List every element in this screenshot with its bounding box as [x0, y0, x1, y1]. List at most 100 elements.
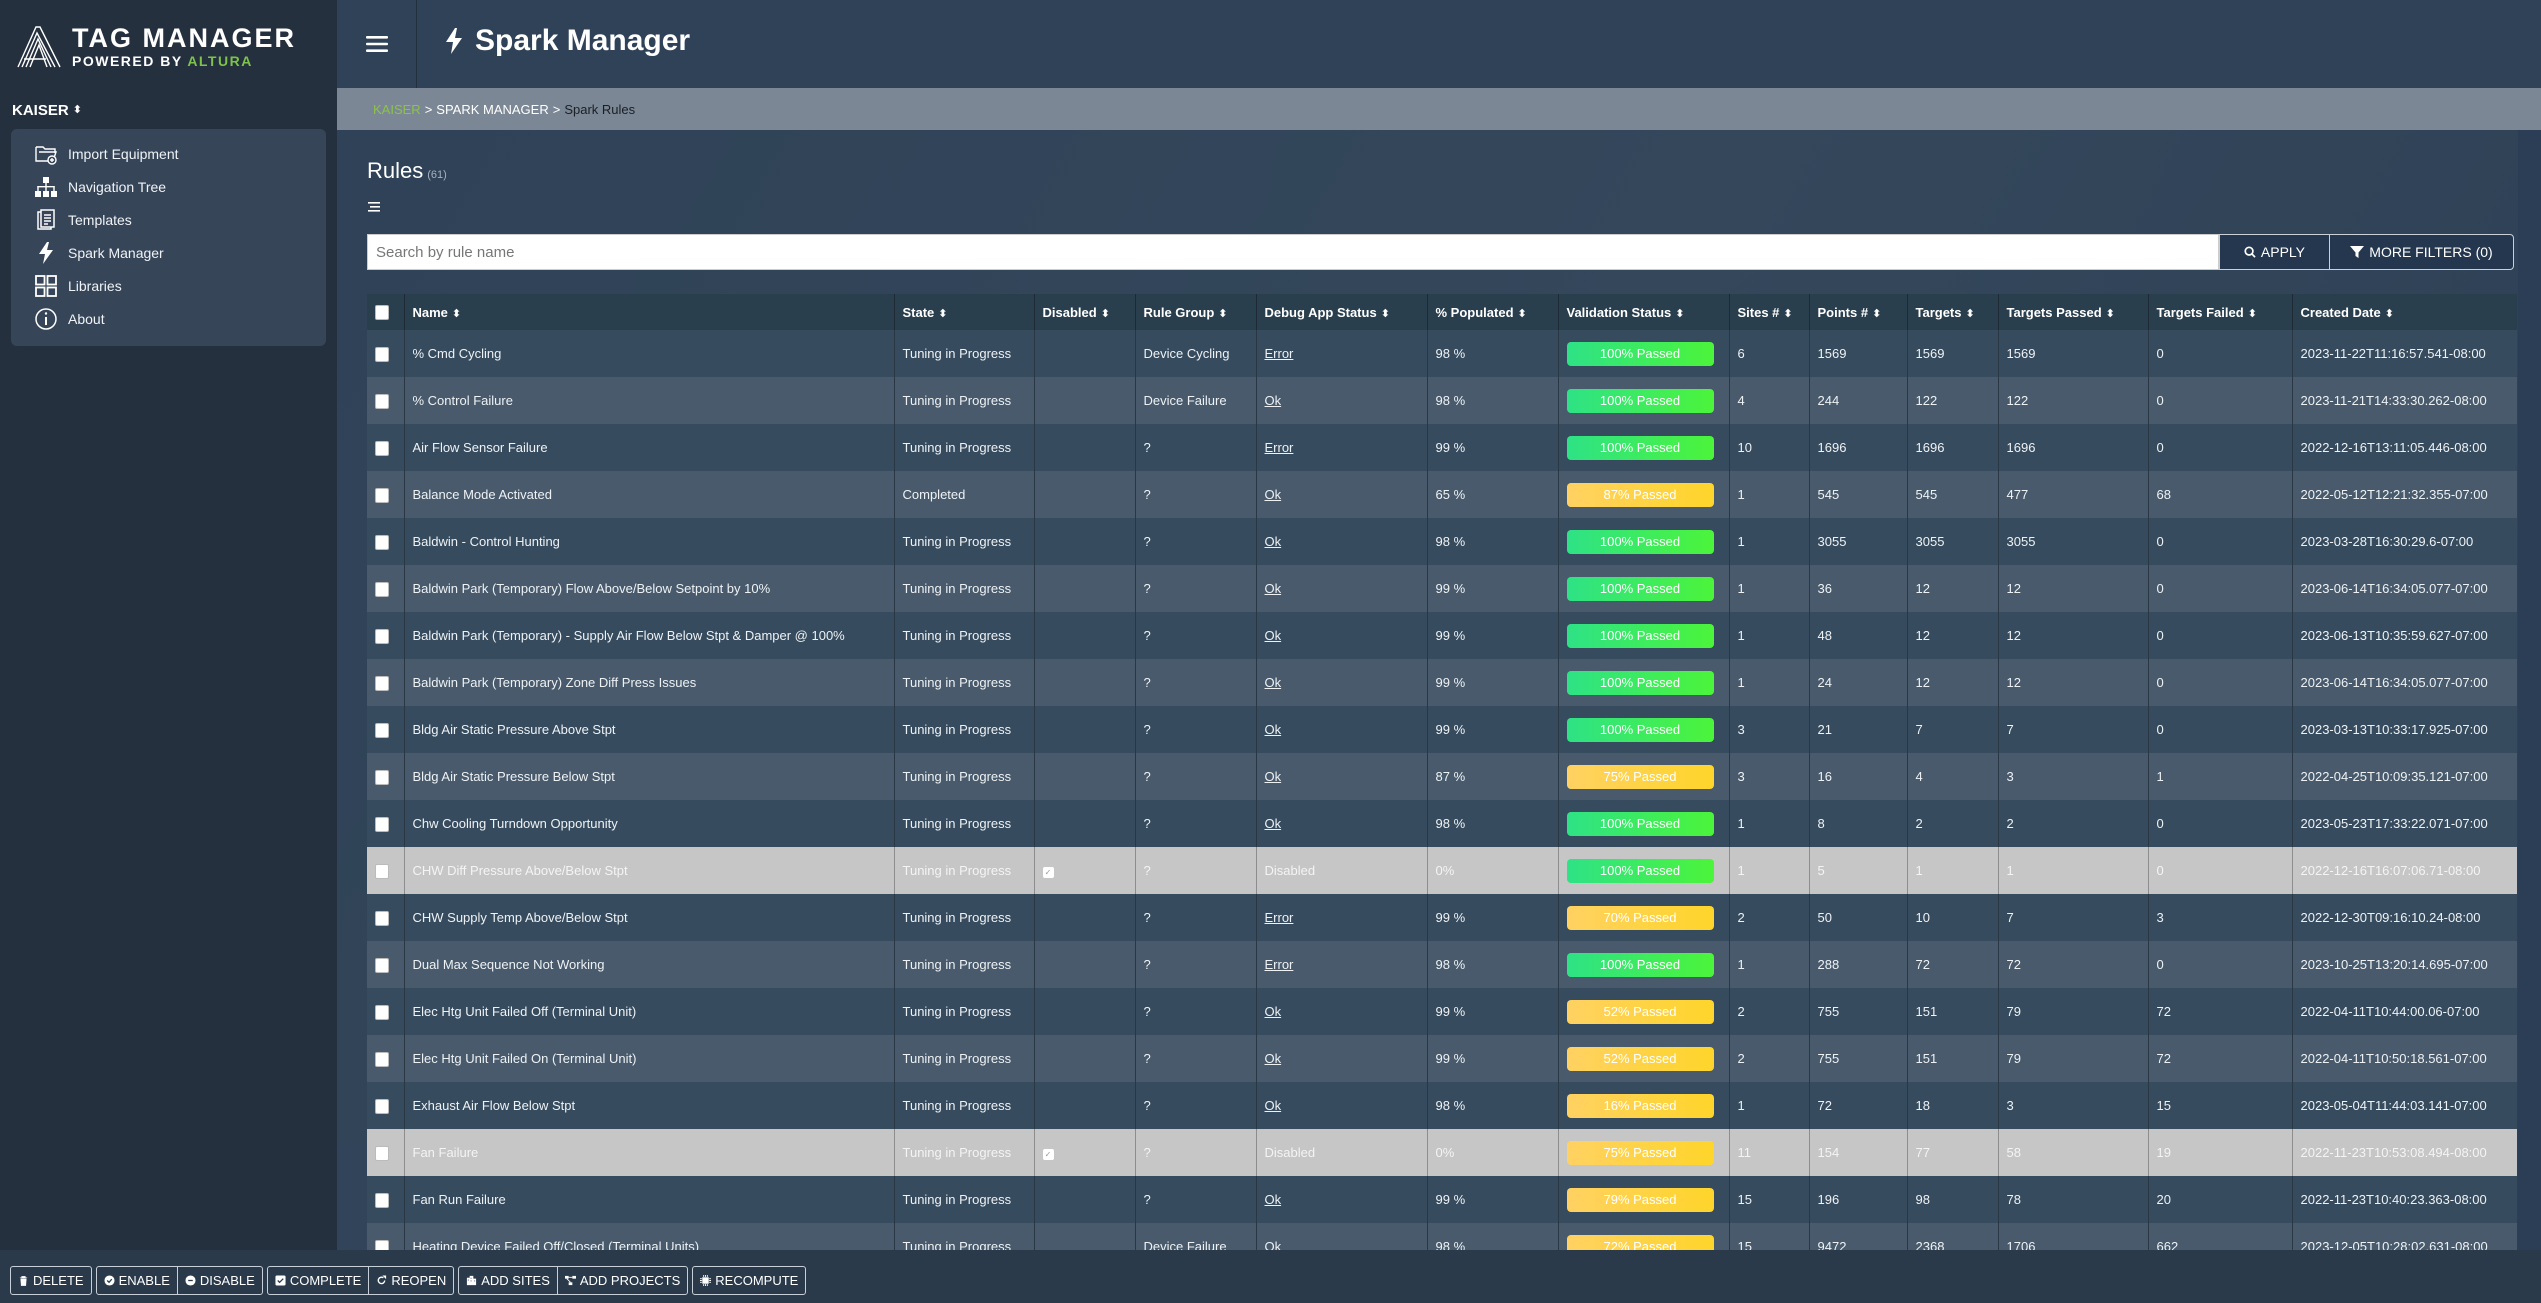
- row-checkbox[interactable]: [375, 769, 389, 785]
- debug-status-link[interactable]: Ok: [1265, 816, 1282, 831]
- table-row[interactable]: CHW Supply Temp Above/Below Stpt Tuning i…: [367, 894, 2517, 941]
- table-row[interactable]: Fan Run Failure Tuning in Progress? Ok 99 %…: [367, 1176, 2517, 1223]
- sort-icon[interactable]: ⬍: [938, 308, 947, 320]
- sidebar-item-templates[interactable]: Templates: [11, 203, 326, 236]
- debug-status-link[interactable]: Error: [1265, 957, 1294, 972]
- rule-name-text[interactable]: Baldwin Park (Temporary) Flow Above/Belo…: [413, 581, 771, 596]
- table-row[interactable]: Elec Htg Unit Failed Off (Terminal Unit)…: [367, 988, 2517, 1035]
- table-row[interactable]: Heating Device Failed Off/Closed (Termin…: [367, 1223, 2517, 1250]
- sidebar-item-about[interactable]: About: [11, 302, 326, 335]
- complete-button[interactable]: COMPLETE: [268, 1267, 369, 1294]
- rule-name-text[interactable]: Bldg Air Static Pressure Above Stpt: [413, 722, 616, 737]
- sort-icon[interactable]: ⬍: [1518, 308, 1527, 320]
- sidebar-item-import-equipment[interactable]: Import Equipment: [11, 137, 326, 170]
- column-header[interactable]: Rule Group ⬍: [1135, 294, 1257, 330]
- debug-status-link[interactable]: Ok: [1265, 1004, 1282, 1019]
- debug-status-link[interactable]: Error: [1265, 440, 1294, 455]
- table-row[interactable]: Balance Mode Activated Completed? Ok 65 % 87…: [367, 471, 2517, 518]
- sort-icon[interactable]: ⬍: [2248, 308, 2257, 320]
- disable-button[interactable]: DISABLE: [176, 1267, 262, 1294]
- rule-name-text[interactable]: Fan Failure: [413, 1145, 479, 1160]
- column-options-icon[interactable]: [367, 202, 381, 212]
- row-checkbox[interactable]: [375, 1004, 389, 1020]
- table-row[interactable]: Elec Htg Unit Failed On (Terminal Unit) T…: [367, 1035, 2517, 1082]
- rule-name-text[interactable]: Bldg Air Static Pressure Below Stpt: [413, 769, 615, 784]
- select-all-checkbox[interactable]: [375, 305, 389, 321]
- row-checkbox[interactable]: [375, 957, 389, 973]
- sort-icon[interactable]: ⬍: [1675, 308, 1684, 320]
- debug-status-link[interactable]: Ok: [1265, 769, 1282, 784]
- table-row[interactable]: Exhaust Air Flow Below Stpt Tuning in Pro…: [367, 1082, 2517, 1129]
- table-row[interactable]: Baldwin - Control Hunting Tuning in Progr…: [367, 518, 2517, 565]
- org-selector[interactable]: KAISER ⬍: [12, 102, 82, 119]
- breadcrumb-root[interactable]: KAISER: [373, 102, 421, 117]
- rule-name-text[interactable]: Baldwin Park (Temporary) - Supply Air Fl…: [413, 628, 845, 643]
- table-row[interactable]: % Control Failure Tuning in Progress Devic…: [367, 377, 2517, 424]
- table-row[interactable]: Air Flow Sensor Failure Tuning in Progres…: [367, 424, 2517, 471]
- table-row[interactable]: CHW Diff Pressure Above/Below Stpt Tuning…: [367, 847, 2517, 894]
- rule-name-text[interactable]: CHW Diff Pressure Above/Below Stpt: [413, 863, 628, 878]
- sidebar-item-navigation-tree[interactable]: Navigation Tree: [11, 170, 326, 203]
- row-checkbox[interactable]: [375, 1098, 389, 1114]
- debug-status-link[interactable]: Error: [1265, 910, 1294, 925]
- row-checkbox[interactable]: [375, 722, 389, 738]
- rule-name-text[interactable]: % Cmd Cycling: [413, 346, 502, 361]
- row-checkbox[interactable]: [375, 910, 389, 926]
- rule-name-text[interactable]: Dual Max Sequence Not Working: [413, 957, 605, 972]
- table-row[interactable]: Dual Max Sequence Not Working Tuning in P…: [367, 941, 2517, 988]
- rule-name-text[interactable]: CHW Supply Temp Above/Below Stpt: [413, 910, 628, 925]
- rule-name-text[interactable]: % Control Failure: [413, 393, 513, 408]
- delete-button[interactable]: DELETE: [11, 1267, 91, 1294]
- rule-name-text[interactable]: Fan Run Failure: [413, 1192, 506, 1207]
- column-header[interactable]: Sites # ⬍: [1729, 294, 1810, 330]
- table-row[interactable]: Bldg Air Static Pressure Below Stpt Tunin…: [367, 753, 2517, 800]
- column-header[interactable]: Debug App Status ⬍: [1256, 294, 1428, 330]
- table-row[interactable]: Chw Cooling Turndown Opportunity Tuning i…: [367, 800, 2517, 847]
- rule-name-text[interactable]: Balance Mode Activated: [413, 487, 552, 502]
- add-projects-button[interactable]: ADD PROJECTS: [556, 1267, 687, 1294]
- more-filters-button[interactable]: MORE FILTERS (0): [2329, 235, 2513, 269]
- recompute-button[interactable]: RECOMPUTE: [693, 1267, 805, 1294]
- rule-name-text[interactable]: Heating Device Failed Off/Closed (Termin…: [413, 1239, 700, 1250]
- sort-icon[interactable]: ⬍: [1966, 308, 1975, 320]
- apply-button[interactable]: APPLY: [2220, 235, 2329, 269]
- sort-icon[interactable]: ⬍: [1783, 308, 1792, 320]
- sidebar-item-libraries[interactable]: Libraries: [11, 269, 326, 302]
- column-header[interactable]: Name ⬍: [404, 294, 895, 330]
- row-checkbox[interactable]: [375, 581, 389, 597]
- debug-status-link[interactable]: Ok: [1265, 1051, 1282, 1066]
- rule-name-text[interactable]: Baldwin - Control Hunting: [413, 534, 560, 549]
- row-checkbox[interactable]: [375, 393, 389, 409]
- select-all-header[interactable]: [367, 294, 405, 330]
- rule-name-text[interactable]: Baldwin Park (Temporary) Zone Diff Press…: [413, 675, 697, 690]
- enable-button[interactable]: ENABLE: [97, 1267, 177, 1294]
- rule-name-text[interactable]: Chw Cooling Turndown Opportunity: [413, 816, 618, 831]
- sort-icon[interactable]: ⬍: [1101, 308, 1110, 320]
- rule-name-text[interactable]: Exhaust Air Flow Below Stpt: [413, 1098, 576, 1113]
- column-header[interactable]: Created Date ⬍: [2292, 294, 2517, 330]
- table-row[interactable]: Fan Failure Tuning in Progress ✓? Disabled 0…: [367, 1129, 2517, 1176]
- row-checkbox[interactable]: [375, 675, 389, 691]
- debug-status-link[interactable]: Ok: [1265, 487, 1282, 502]
- add-sites-button[interactable]: ADD SITES: [459, 1267, 557, 1294]
- debug-status-link[interactable]: Ok: [1265, 393, 1282, 408]
- rule-name-text[interactable]: Air Flow Sensor Failure: [413, 440, 548, 455]
- row-checkbox[interactable]: [375, 816, 389, 832]
- row-checkbox[interactable]: [375, 1192, 389, 1208]
- row-checkbox[interactable]: [375, 863, 389, 879]
- debug-status-link[interactable]: Error: [1265, 346, 1294, 361]
- breadcrumb-spark-manager[interactable]: SPARK MANAGER: [436, 102, 548, 117]
- debug-status-link[interactable]: Ok: [1265, 722, 1282, 737]
- debug-status-link[interactable]: Ok: [1265, 1192, 1282, 1207]
- sort-icon[interactable]: ⬍: [1218, 308, 1227, 320]
- column-header[interactable]: Targets ⬍: [1907, 294, 1999, 330]
- column-header[interactable]: Targets Failed ⬍: [2148, 294, 2293, 330]
- sort-icon[interactable]: ⬍: [452, 308, 461, 320]
- table-row[interactable]: Baldwin Park (Temporary) Flow Above/Belo…: [367, 565, 2517, 612]
- debug-status-link[interactable]: Ok: [1265, 1239, 1282, 1250]
- sort-icon[interactable]: ⬍: [1872, 308, 1881, 320]
- table-row[interactable]: Baldwin Park (Temporary) Zone Diff Press…: [367, 659, 2517, 706]
- table-row[interactable]: % Cmd Cycling Tuning in Progress Device Cy…: [367, 330, 2517, 377]
- row-checkbox[interactable]: [375, 1051, 389, 1067]
- reopen-button[interactable]: REOPEN: [368, 1267, 453, 1294]
